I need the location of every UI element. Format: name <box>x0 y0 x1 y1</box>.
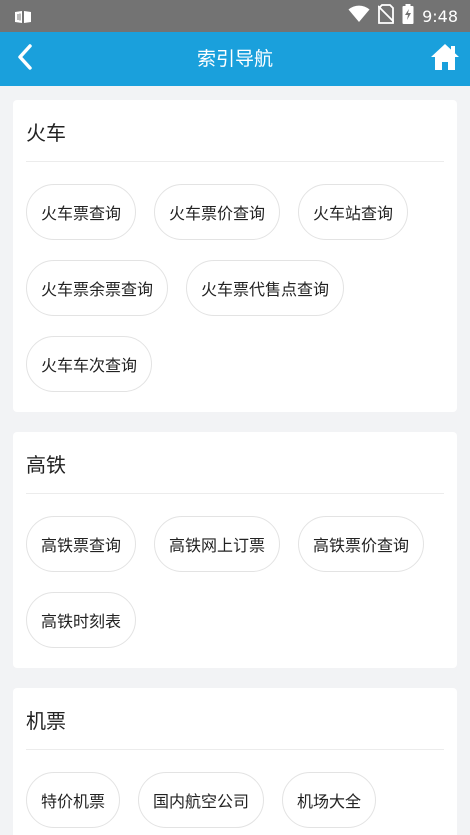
chip-item[interactable]: 高铁网上订票 <box>154 516 281 572</box>
no-sim-icon <box>377 4 395 28</box>
chip-item[interactable]: 火车票代售点查询 <box>186 260 345 316</box>
home-icon <box>430 43 460 75</box>
chip-item[interactable]: 火车站查询 <box>298 184 409 240</box>
battery-charging-icon <box>402 4 414 28</box>
page-title: 索引导航 <box>196 48 273 70</box>
chip-list: 高铁票查询 高铁网上订票 高铁票价查询 高铁时刻表 <box>26 494 444 648</box>
chip-item[interactable]: 特价机票 <box>26 772 121 828</box>
chip-item[interactable]: 高铁时刻表 <box>26 592 137 648</box>
wifi-icon <box>348 5 370 27</box>
app-bar: 索引导航 <box>0 32 470 86</box>
chip-item[interactable]: 火车车次查询 <box>26 336 153 392</box>
chip-item[interactable]: 国内航空公司 <box>138 772 265 828</box>
section-high-speed-rail: 高铁 高铁票查询 高铁网上订票 高铁票价查询 高铁时刻表 <box>13 432 457 668</box>
chip-list: 特价机票 国内航空公司 机场大全 <box>26 750 444 828</box>
status-bar: 9:48 <box>0 0 470 32</box>
chip-item[interactable]: 机场大全 <box>282 772 377 828</box>
section-title: 机票 <box>26 688 444 750</box>
index-content[interactable]: 火车 火车票查询 火车票价查询 火车站查询 火车票余票查询 火车票代售点查询 火… <box>0 86 470 835</box>
chip-item[interactable]: 火车票余票查询 <box>26 260 169 316</box>
chip-item[interactable]: 火车票查询 <box>26 184 137 240</box>
chip-item[interactable]: 高铁票价查询 <box>298 516 425 572</box>
notification-icon <box>14 9 32 23</box>
section-title: 火车 <box>26 100 444 162</box>
status-icons: 9:48 <box>348 4 458 28</box>
section-train: 火车 火车票查询 火车票价查询 火车站查询 火车票余票查询 火车票代售点查询 火… <box>13 100 457 412</box>
chip-item[interactable]: 火车票价查询 <box>154 184 281 240</box>
home-button[interactable] <box>428 43 462 75</box>
chip-item[interactable]: 高铁票查询 <box>26 516 137 572</box>
section-title: 高铁 <box>26 432 444 494</box>
chip-list: 火车票查询 火车票价查询 火车站查询 火车票余票查询 火车票代售点查询 火车车次… <box>26 162 444 392</box>
status-time: 9:48 <box>422 6 458 26</box>
section-air-ticket: 机票 特价机票 国内航空公司 机场大全 <box>13 688 457 835</box>
